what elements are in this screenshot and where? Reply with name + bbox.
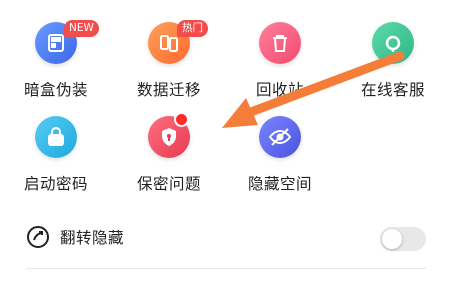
grid-item-startup-password[interactable]: 启动密码 (6, 116, 106, 196)
grid-item-label: 保密问题 (136, 175, 201, 193)
toggle-knob (382, 229, 402, 249)
grid-item-label: 启动密码 (23, 175, 88, 193)
new-badge: NEW (64, 20, 99, 37)
grid-item-label: 隐藏空间 (247, 175, 312, 193)
grid-item-disguise[interactable]: NEW 暗盒伪装 (6, 20, 106, 102)
flip-hide-toggle[interactable] (380, 227, 426, 251)
grid-item-label: 暗盒伪装 (23, 81, 88, 99)
hot-badge: 热门 (177, 20, 208, 37)
grid-item-label: 在线客服 (360, 81, 425, 99)
grid-item-data-transfer[interactable]: 热门 数据迁移 (119, 20, 219, 102)
grid-item-trash[interactable]: 回收站 (230, 22, 330, 102)
headset-icon (372, 22, 414, 64)
grid-item-security-question[interactable]: 保密问题 (119, 112, 219, 196)
trash-icon (259, 22, 301, 64)
notification-dot (174, 112, 189, 127)
flip-hide-label: 翻转隐藏 (60, 229, 125, 247)
eye-off-icon (259, 116, 301, 158)
lock-icon (35, 116, 77, 158)
grid-item-label: 数据迁移 (136, 81, 201, 99)
grid-item-online-service[interactable]: 在线客服 (343, 22, 443, 102)
divider (26, 268, 426, 269)
flip-hide-row: 翻转隐藏 (0, 212, 450, 262)
grid-item-label: 回收站 (255, 81, 304, 99)
flip-icon (27, 226, 49, 248)
grid-item-hidden-space[interactable]: 隐藏空间 (230, 116, 330, 196)
